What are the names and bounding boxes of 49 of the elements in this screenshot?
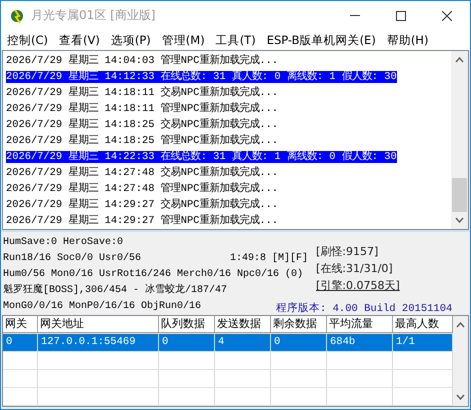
scroll-down-icon[interactable]: [455, 217, 464, 223]
version-text: 程序版本: 4.00 Build 20151104: [276, 301, 454, 315]
column-header[interactable]: 网关地址: [38, 316, 159, 333]
status-text: Run18/16 Soc0/0 Usr0/56: [3, 252, 142, 266]
status-text: 魁罗狂魔[BOSS],306/454 - 冰雪蛟龙/187/47: [3, 283, 228, 298]
log-line[interactable]: 2026/7/29 星期三 14:18:25 交易NPC重新加载完成...: [6, 119, 278, 131]
scroll-up-icon[interactable]: [455, 57, 464, 63]
online-count: [在线:31/31/0]: [316, 261, 394, 277]
timer-text: 1:49:8 [M][F]: [230, 252, 308, 266]
status-text: MonG0/0/16 MonP0/16/16 ObjRun0/16: [3, 300, 202, 314]
scroll-down-icon[interactable]: [456, 394, 465, 400]
column-header[interactable]: 最高人数: [393, 316, 453, 333]
table-cell: 0: [159, 334, 215, 351]
log-line[interactable]: 2026/7/29 星期三 14:27:48 交易NPC重新加载完成...: [6, 167, 278, 179]
log-line[interactable]: 2026/7/29 星期三 14:29:27 交易NPC重新加载完成...: [6, 199, 278, 211]
status-text: Hum0/56 Mon0/16 UsrRot16/246 Merch0/16 Npc0/16 (0): [3, 268, 304, 282]
column-header[interactable]: 剩余数据: [271, 316, 327, 333]
window-title: 月光专属01区 [商业版]: [31, 7, 156, 24]
menu-item[interactable]: 查看(V): [55, 32, 104, 48]
log-line[interactable]: 2026/7/29 星期三 14:27:48 管理NPC重新加载完成...: [6, 183, 278, 195]
app-icon: [9, 8, 25, 24]
table-cell: 0: [271, 334, 327, 351]
column-header[interactable]: 队列数据: [159, 316, 215, 333]
menu-item[interactable]: 选项(P): [106, 32, 155, 48]
log-line[interactable]: 2026/7/29 星期三 14:29:27 管理NPC重新加载完成...: [6, 215, 278, 227]
menu-item[interactable]: 控制(C): [3, 32, 52, 48]
log-line[interactable]: 2026/7/29 星期三 14:04:03 管理NPC重新加载完成...: [6, 55, 278, 67]
column-header[interactable]: 网关: [3, 316, 38, 333]
maximize-icon[interactable]: [396, 10, 406, 20]
scrollbar-thumb[interactable]: [452, 178, 467, 212]
column-header[interactable]: 发送数据: [215, 316, 271, 333]
table-cell: 4: [215, 334, 271, 351]
table-cell: 0: [3, 334, 38, 351]
close-icon[interactable]: [442, 10, 452, 20]
engine-link[interactable]: [引擎:0.0758天]: [316, 277, 466, 294]
log-line[interactable]: 2026/7/29 星期三 14:18:25 管理NPC重新加载完成...: [6, 135, 278, 147]
menu-item[interactable]: ESP-B版单机网关(E): [262, 32, 380, 48]
scroll-up-icon[interactable]: [456, 322, 465, 328]
log-line[interactable]: 2026/7/29 星期三 14:18:11 交易NPC重新加载完成...: [6, 87, 278, 99]
menu-item[interactable]: 帮助(H): [382, 32, 432, 48]
table-row[interactable]: 0 127.0.0.1:55469 0 4 0 684b 1/1: [3, 334, 453, 352]
status-text: HumSave:0 HeroSave:0: [3, 236, 124, 250]
log-line[interactable]: 2026/7/29 星期三 14:18:11 管理NPC重新加载完成...: [6, 103, 278, 115]
table-cell: 127.0.0.1:55469: [38, 334, 159, 351]
table-cell: 684b: [327, 334, 393, 351]
menu-item[interactable]: 管理(M): [158, 32, 209, 48]
menu-item[interactable]: 工具(T): [212, 32, 260, 48]
refresh-count: [刷怪:9157]: [316, 244, 380, 260]
column-header[interactable]: 平均流量: [327, 316, 393, 333]
